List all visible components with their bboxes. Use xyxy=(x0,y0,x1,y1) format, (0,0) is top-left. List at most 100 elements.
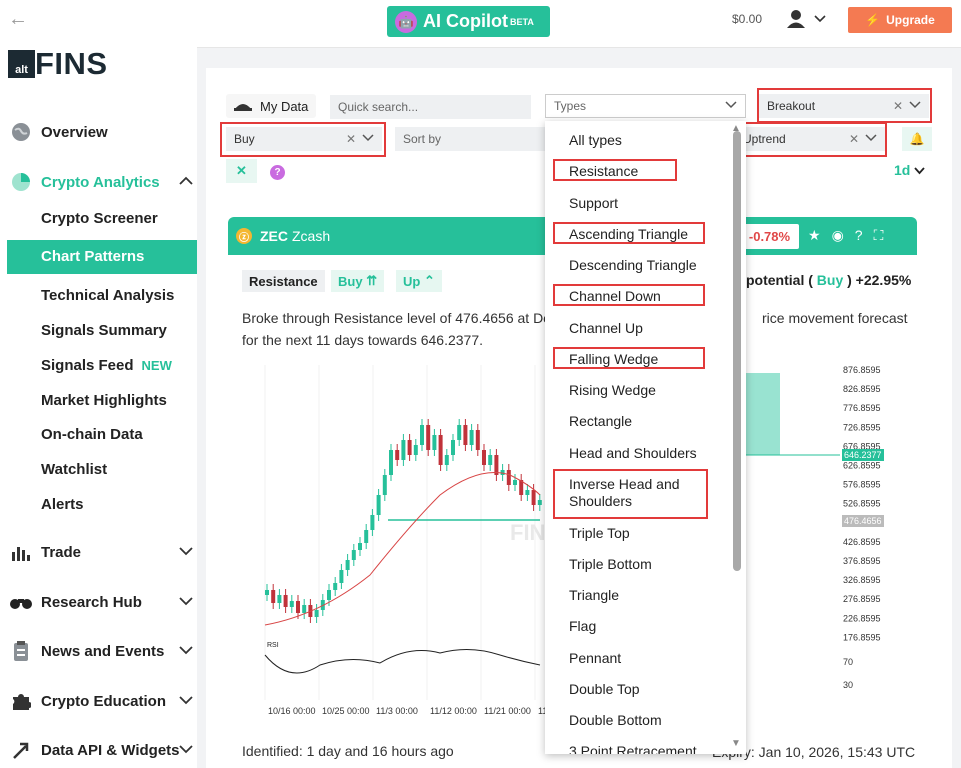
sidebar-item-watchlist[interactable]: Watchlist xyxy=(41,461,107,478)
type-option[interactable]: Triple Bottom xyxy=(569,556,652,573)
sidebar-item-crypto-education[interactable]: Crypto Education xyxy=(0,690,197,712)
type-option[interactable]: Flag xyxy=(569,618,596,635)
candle xyxy=(327,590,331,600)
sidebar-item-data-api-widgets[interactable]: Data API & Widgets xyxy=(0,739,197,761)
candle xyxy=(345,560,350,570)
type-option[interactable]: Support xyxy=(569,195,618,212)
candle xyxy=(531,490,536,505)
beta-badge: BETA xyxy=(509,16,534,27)
candle xyxy=(513,480,517,485)
desc-line1: Broke through Resistance level of 476.46… xyxy=(242,310,558,326)
help-circle-icon[interactable]: ? xyxy=(855,227,863,244)
type-option[interactable]: Triple Top xyxy=(569,525,630,542)
rsi-label: RSI xyxy=(267,642,279,649)
timeframe-select[interactable]: 1d xyxy=(894,162,925,178)
type-option[interactable]: Double Bottom xyxy=(569,712,662,729)
candle xyxy=(469,430,474,445)
type-option[interactable]: Rectangle xyxy=(569,413,632,430)
sidebar-item-label: Trade xyxy=(41,543,82,561)
sidebar-item-trade[interactable]: Trade xyxy=(0,541,197,563)
chevron-up-icon xyxy=(179,175,193,189)
ai-copilot-button[interactable]: 🤖 AI Copilot BETA xyxy=(387,6,550,37)
sidebar-item-research-hub[interactable]: Research Hub xyxy=(0,591,197,613)
scroll-down-icon[interactable]: ▼ xyxy=(731,738,741,749)
altfins-logo[interactable]: alt FINS xyxy=(8,48,108,79)
clear-filters-button[interactable]: ✕ xyxy=(226,159,257,183)
sidebar-item-news-and-events[interactable]: News and Events xyxy=(0,640,197,662)
type-option[interactable]: Head and Shoulders xyxy=(569,445,697,462)
candle xyxy=(302,605,307,613)
type-option[interactable]: Triangle xyxy=(569,587,619,604)
scroll-up-icon[interactable]: ▲ xyxy=(731,123,741,134)
chevron-down-icon xyxy=(179,694,193,708)
breakout-highlight xyxy=(757,88,932,123)
help-icon[interactable]: ? xyxy=(270,165,285,180)
eye-icon[interactable]: ◉ xyxy=(832,227,844,244)
desc-line1-end: rice movement forecast xyxy=(762,310,908,326)
collapse-sidebar-icon[interactable]: ← xyxy=(8,8,28,31)
candle xyxy=(271,590,276,603)
candle xyxy=(488,455,493,465)
candle xyxy=(463,425,468,445)
type-option[interactable]: Descending Triangle xyxy=(569,257,697,274)
binoculars-icon xyxy=(10,591,32,613)
date-tick-label: 11/12 00:00 xyxy=(430,706,477,716)
sidebar-item-signals-summary[interactable]: Signals Summary xyxy=(41,322,167,339)
sidebar-item-chart-patterns[interactable]: Chart Patterns xyxy=(7,240,197,274)
sidebar-item-on-chain-data[interactable]: On-chain Data xyxy=(41,426,143,443)
type-option[interactable]: Rising Wedge xyxy=(569,382,656,399)
type-option[interactable]: Channel Up xyxy=(569,320,643,337)
candle xyxy=(333,583,338,590)
candle xyxy=(494,455,499,475)
price-change-badge: -0.78% xyxy=(740,224,799,249)
upgrade-button[interactable]: ⚡ Upgrade xyxy=(848,7,952,33)
sidebar-item-overview[interactable]: Overview xyxy=(0,121,197,143)
type-option[interactable]: Pennant xyxy=(569,650,621,667)
candle xyxy=(451,440,455,455)
sidebar-item-crypto-screener[interactable]: Crypto Screener xyxy=(41,210,158,227)
candle xyxy=(382,475,387,495)
card-actions: ★ ◉ ? ⛶ xyxy=(808,227,883,244)
type-option[interactable]: Double Top xyxy=(569,681,640,698)
fullscreen-icon[interactable]: ⛶ xyxy=(874,227,884,244)
lightning-icon: ⚡ xyxy=(865,13,881,27)
types-select[interactable]: Types xyxy=(545,94,746,118)
type-option[interactable]: 3 Point Retracement xyxy=(569,743,697,754)
quick-search-input[interactable]: Quick search... xyxy=(330,95,531,119)
candle xyxy=(432,435,437,450)
star-icon[interactable]: ★ xyxy=(808,227,821,244)
resistance-price-label: 476.4656 xyxy=(844,516,882,526)
price-tick-label: 876.8595 xyxy=(843,365,881,375)
candle xyxy=(314,610,319,617)
sidebar-item-label: News and Events xyxy=(41,642,165,660)
my-data-button[interactable]: My Data xyxy=(226,94,316,118)
signal-tag: Buy ⇈ xyxy=(331,270,385,292)
alert-bell-button[interactable]: 🔔 xyxy=(902,127,932,151)
type-option-highlight xyxy=(553,284,705,306)
puzzle-icon xyxy=(10,690,32,712)
candle xyxy=(296,601,300,613)
type-option[interactable]: All types xyxy=(569,132,622,149)
types-placeholder: Types xyxy=(554,99,587,113)
price-tick-label: 776.8595 xyxy=(843,403,881,413)
pattern-type-tag: Resistance xyxy=(242,270,325,292)
chevron-down-icon xyxy=(725,100,737,112)
price-tick-label: 626.8595 xyxy=(843,461,881,471)
sort-by-select[interactable]: Sort by xyxy=(395,127,545,151)
sidebar: ← alt FINS Overview Crypto Analytics Cry… xyxy=(0,0,197,768)
candle xyxy=(358,543,362,550)
dropdown-scrollbar[interactable] xyxy=(733,131,741,571)
sidebar-item-technical-analysis[interactable]: Technical Analysis xyxy=(41,287,174,304)
sidebar-item-label: Overview xyxy=(41,123,108,141)
sidebar-item-signals-feed[interactable]: Signals Feed NEW xyxy=(41,357,172,374)
type-option-highlight xyxy=(553,469,708,519)
chevron-down-icon xyxy=(179,595,193,609)
candle xyxy=(457,425,462,440)
user-menu[interactable] xyxy=(787,9,827,34)
sidebar-item-crypto-analytics[interactable]: Crypto Analytics xyxy=(0,171,197,193)
account-balance: $0.00 xyxy=(732,12,763,26)
sidebar-item-alerts[interactable]: Alerts xyxy=(41,496,84,513)
chevron-down-icon xyxy=(179,743,193,757)
sidebar-item-market-highlights[interactable]: Market Highlights xyxy=(41,392,167,409)
sidebar-item-label: Research Hub xyxy=(41,593,142,611)
